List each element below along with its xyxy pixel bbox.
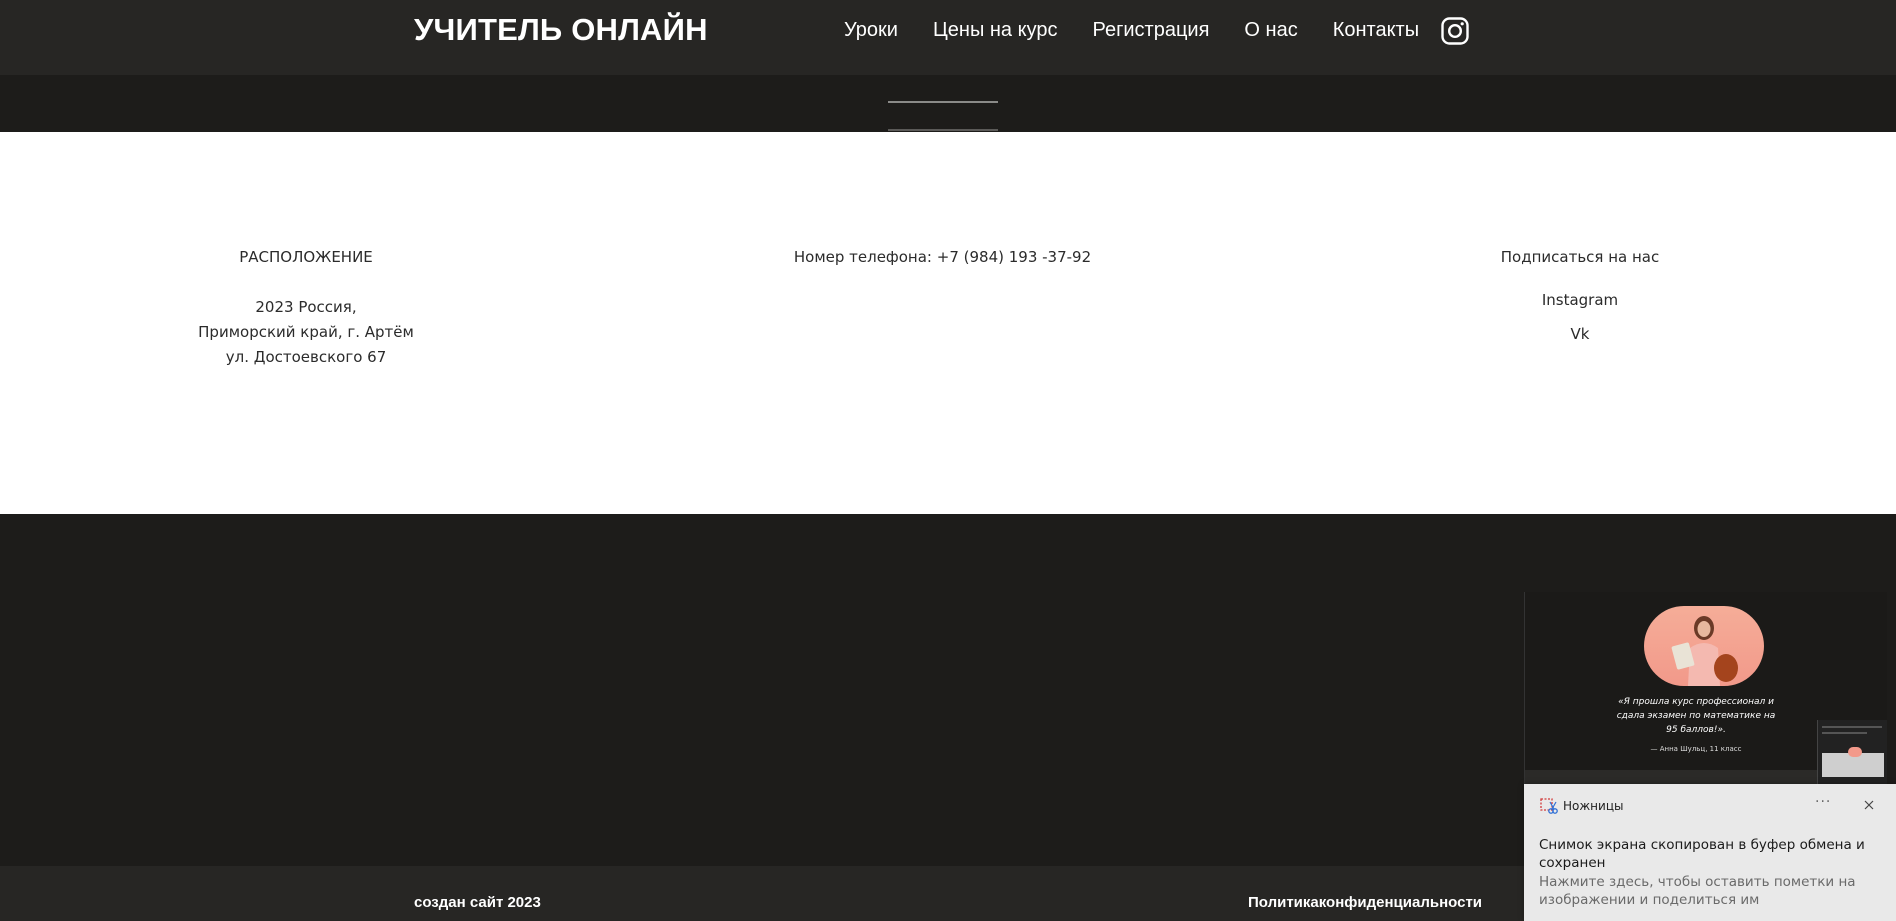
thumbnail-nested-preview — [1817, 720, 1887, 784]
subband-divider — [888, 101, 998, 103]
location-heading: РАСПОЛОЖЕНИЕ — [239, 248, 373, 266]
nav-item-about[interactable]: О нас — [1244, 19, 1297, 42]
subscribe-heading: Подписаться на нас — [1500, 248, 1660, 266]
location-column: РАСПОЛОЖЕНИЕ 2023 Россия, Приморский кра… — [170, 248, 442, 370]
nav-item-lessons[interactable]: Уроки — [844, 19, 898, 42]
vk-link[interactable]: Vk — [1480, 317, 1680, 351]
toast-body[interactable]: Нажмите здесь, чтобы оставить пометки на… — [1539, 873, 1869, 909]
toast-app-name: Ножницы — [1563, 799, 1624, 813]
site-logo[interactable]: УЧИТЕЛЬ ОНЛАЙН — [414, 12, 708, 48]
snipping-tool-icon — [1540, 798, 1558, 814]
contact-info-section: РАСПОЛОЖЕНИЕ 2023 Россия, Приморский кра… — [0, 132, 1896, 514]
nav-item-contacts[interactable]: Контакты — [1333, 19, 1419, 42]
snipping-notification[interactable]: Ножницы ··· Снимок экрана скопирован в б… — [1524, 784, 1896, 921]
main-nav: Уроки Цены на курс Регистрация О нас Кон… — [844, 19, 1454, 42]
phone-column: Номер телефона: +7 (984) 193 -37-92 — [740, 248, 1145, 295]
privacy-policy-link[interactable]: Политикаконфиденциальности — [1248, 894, 1482, 911]
testimonial-author: — Анна Шульц, 11 класс — [1650, 745, 1742, 753]
address-line: 2023 Россия, — [255, 298, 357, 316]
student-photo — [1644, 606, 1764, 686]
address-line: Приморский край, г. Артём — [198, 323, 414, 341]
header-subband — [0, 75, 1896, 132]
instagram-link[interactable]: Instagram — [1480, 283, 1680, 317]
nav-item-prices[interactable]: Цены на курс — [933, 19, 1058, 42]
screenshot-thumbnail[interactable]: «Я прошла курс профессионал и сдала экза… — [1524, 592, 1887, 784]
close-icon[interactable] — [1860, 796, 1878, 814]
phone-number[interactable]: Номер телефона: +7 (984) 193 -37-92 — [740, 248, 1145, 266]
more-options-icon[interactable]: ··· — [1815, 794, 1831, 810]
footer-copyright: создан сайт 2023 — [414, 894, 541, 911]
nav-item-registration[interactable]: Регистрация — [1092, 19, 1209, 42]
toast-title: Снимок экрана скопирован в буфер обмена … — [1539, 837, 1865, 871]
subscribe-column: Подписаться на нас Instagram Vk — [1480, 248, 1680, 351]
student-figure-image — [1671, 616, 1738, 686]
testimonial-quote: «Я прошла курс профессионал и сдала экза… — [1616, 697, 1776, 735]
site-header: УЧИТЕЛЬ ОНЛАЙН Уроки Цены на курс Регист… — [0, 0, 1896, 75]
subband-divider-bottom — [888, 129, 998, 131]
instagram-icon[interactable] — [1440, 16, 1470, 46]
address-line: ул. Достоевского 67 — [225, 348, 387, 366]
